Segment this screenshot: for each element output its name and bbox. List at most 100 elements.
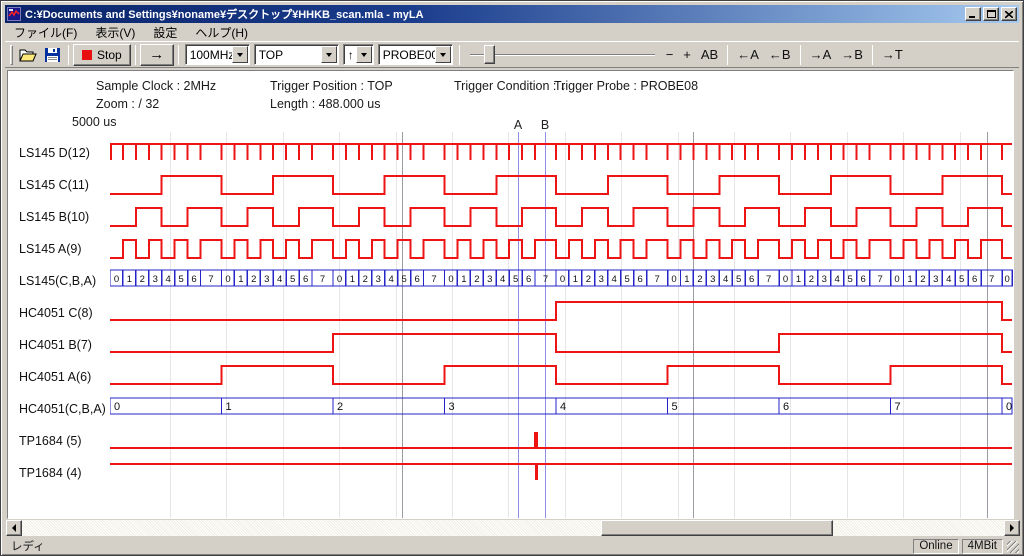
svg-text:0: 0 xyxy=(114,401,120,413)
svg-text:1: 1 xyxy=(238,274,243,285)
scrollbar-thumb[interactable] xyxy=(601,520,833,536)
svg-text:4: 4 xyxy=(723,274,728,285)
toolbar-separator xyxy=(727,45,728,65)
signal-label-4: LS145(C,B,A) xyxy=(19,274,96,290)
zoom-in-button[interactable]: + xyxy=(678,45,696,64)
svg-text:6: 6 xyxy=(303,274,308,285)
menu-bar: ファイル(F)表示(V)設定ヘルプ(H) xyxy=(5,24,1019,41)
svg-text:0: 0 xyxy=(225,274,230,285)
status-bar: レディ Online 4MBit xyxy=(5,538,1019,554)
toolbar-grip[interactable] xyxy=(10,45,13,65)
svg-text:7: 7 xyxy=(895,401,901,413)
menu-item-3[interactable]: ヘルプ(H) xyxy=(186,23,257,42)
svg-text:3: 3 xyxy=(264,274,269,285)
zoom-info: Zoom : / 32 xyxy=(96,97,159,111)
svg-text:6: 6 xyxy=(526,274,531,285)
trigger-edge-combo[interactable]: ↑ xyxy=(343,44,374,65)
svg-text:2: 2 xyxy=(474,274,479,285)
svg-text:2: 2 xyxy=(920,274,925,285)
set-cursor-a-button[interactable]: →A xyxy=(805,45,837,64)
zoom-slider[interactable] xyxy=(470,44,655,66)
svg-text:7: 7 xyxy=(208,274,213,285)
svg-text:2: 2 xyxy=(586,274,591,285)
save-button[interactable] xyxy=(40,44,64,66)
minimize-button[interactable] xyxy=(965,7,981,21)
time-scale-label: 5000 us xyxy=(72,115,116,129)
svg-text:0: 0 xyxy=(1006,401,1012,413)
stop-button[interactable]: Stop xyxy=(73,44,131,66)
chevron-down-icon[interactable] xyxy=(232,46,248,63)
goto-cursor-b-button[interactable]: ←B xyxy=(764,45,796,64)
trigger-edge-combo-value: ↑ xyxy=(344,48,356,62)
zoom-out-button[interactable]: − xyxy=(661,45,679,64)
trigger-position-combo[interactable]: TOP xyxy=(254,44,339,65)
sample-clock-info: Sample Clock : 2MHz xyxy=(96,79,216,93)
svg-text:7: 7 xyxy=(654,274,659,285)
menu-item-2[interactable]: 設定 xyxy=(144,23,186,42)
sample-clock-combo[interactable]: 100MHz xyxy=(185,44,250,65)
waveform-panel: Sample Clock : 2MHz Trigger Position : T… xyxy=(7,70,1014,519)
svg-text:2: 2 xyxy=(251,274,256,285)
svg-text:3: 3 xyxy=(376,274,381,285)
sample-clock-combo-value: 100MHz xyxy=(186,48,232,62)
run-button[interactable]: → xyxy=(140,44,174,66)
close-button[interactable] xyxy=(1001,7,1017,21)
svg-text:7: 7 xyxy=(431,274,436,285)
svg-text:6: 6 xyxy=(749,274,754,285)
stop-icon xyxy=(82,50,92,60)
status-text: レディ xyxy=(11,538,910,554)
svg-text:7: 7 xyxy=(543,274,548,285)
toolbar: Stop → 100MHz TOP ↑ PROBE00 − + AB ←A ←B →A… xyxy=(5,41,1019,68)
resize-grip[interactable] xyxy=(1007,541,1019,553)
svg-text:1: 1 xyxy=(127,274,132,285)
open-folder-icon xyxy=(19,48,37,62)
svg-text:6: 6 xyxy=(637,274,642,285)
chevron-down-icon[interactable] xyxy=(356,46,372,63)
cursor-b-label: B xyxy=(539,118,551,132)
svg-text:3: 3 xyxy=(822,274,827,285)
toolbar-separator xyxy=(178,45,179,65)
svg-text:5: 5 xyxy=(959,274,964,285)
toolbar-separator xyxy=(872,45,873,65)
goto-trigger-button[interactable]: →T xyxy=(877,45,908,64)
goto-cursor-a-button[interactable]: ←A xyxy=(732,45,764,64)
waveform-plot[interactable]: 0123456701234567012345670123456701234567… xyxy=(110,132,1013,519)
trigger-probe-combo[interactable]: PROBE00 xyxy=(378,44,453,65)
svg-text:0: 0 xyxy=(448,274,453,285)
svg-text:6: 6 xyxy=(191,274,196,285)
signal-label-1: LS145 C(11) xyxy=(19,178,89,194)
signal-label-8: HC4051(C,B,A) xyxy=(19,402,106,418)
floppy-icon xyxy=(45,48,60,62)
slider-thumb[interactable] xyxy=(484,45,495,64)
trigger-position-combo-value: TOP xyxy=(255,48,321,62)
svg-text:0: 0 xyxy=(671,274,676,285)
svg-text:0: 0 xyxy=(783,274,788,285)
svg-text:5: 5 xyxy=(401,274,406,285)
menu-item-0[interactable]: ファイル(F) xyxy=(5,23,86,42)
svg-text:5: 5 xyxy=(736,274,741,285)
chevron-down-icon[interactable] xyxy=(435,46,451,63)
open-file-button[interactable] xyxy=(16,44,40,66)
svg-text:2: 2 xyxy=(337,401,343,413)
signal-label-5: HC4051 C(8) xyxy=(19,306,93,322)
signal-label-0: LS145 D(12) xyxy=(19,146,90,162)
trigger-condition-info: Trigger Condition : ↓ xyxy=(454,79,566,93)
slider-track xyxy=(470,54,655,56)
maximize-button[interactable] xyxy=(983,7,999,21)
app-icon xyxy=(7,7,21,21)
ab-range-button[interactable]: AB xyxy=(696,45,723,64)
menu-item-1[interactable]: 表示(V) xyxy=(86,23,144,42)
horizontal-scrollbar[interactable] xyxy=(6,520,1020,536)
scroll-right-button[interactable] xyxy=(1004,520,1020,536)
scroll-left-button[interactable] xyxy=(6,520,22,536)
set-cursor-b-button[interactable]: →B xyxy=(836,45,868,64)
length-info: Length : 488.000 us xyxy=(270,97,381,111)
svg-text:7: 7 xyxy=(877,274,882,285)
svg-text:4: 4 xyxy=(166,274,171,285)
chevron-down-icon[interactable] xyxy=(321,46,337,63)
title-bar[interactable]: C:¥Documents and Settings¥noname¥デスクトップ¥… xyxy=(5,5,1019,23)
svg-text:3: 3 xyxy=(487,274,492,285)
svg-text:5: 5 xyxy=(290,274,295,285)
svg-text:0: 0 xyxy=(560,274,565,285)
svg-text:5: 5 xyxy=(672,401,678,413)
